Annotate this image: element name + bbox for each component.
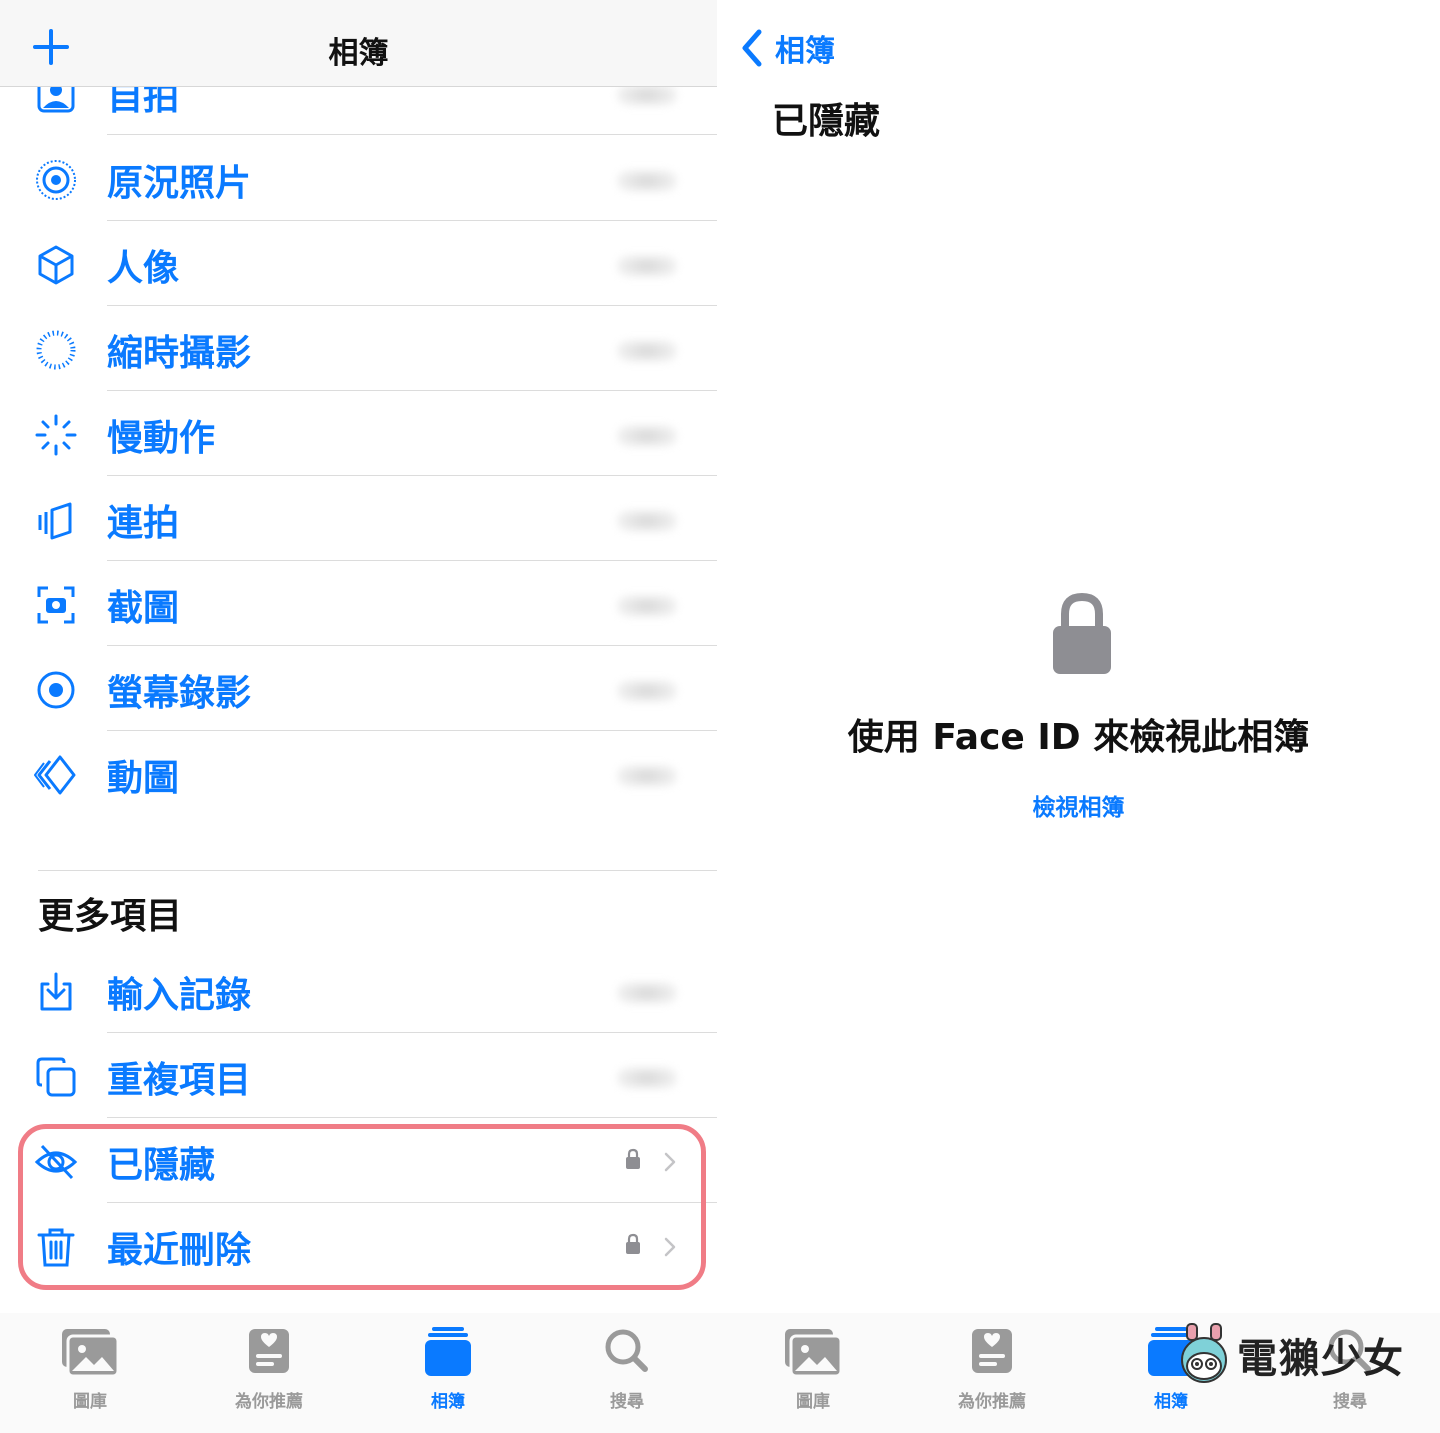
album-label: 截圖 xyxy=(107,588,180,629)
album-row-screenshots[interactable]: 截圖 xyxy=(0,561,717,646)
mascot-icon xyxy=(1181,1323,1227,1383)
album-label: 重複項目 xyxy=(107,1060,252,1101)
watermark: 電獺少女 xyxy=(1177,1322,1405,1388)
back-button[interactable]: 相簿 xyxy=(739,26,835,70)
tab-for-you[interactable]: 為你推薦 xyxy=(209,1327,329,1412)
screenshot-icon xyxy=(37,586,75,624)
item-count xyxy=(617,595,677,617)
album-row-screen-recordings[interactable]: 螢幕錄影 xyxy=(0,646,717,731)
tab-label: 圖庫 xyxy=(73,1392,107,1412)
tab-label: 相簿 xyxy=(431,1392,465,1412)
albums-icon xyxy=(425,1327,471,1376)
item-count xyxy=(617,170,677,192)
navigation-bar: 相簿 xyxy=(0,0,717,87)
face-id-message: 使用 Face ID 來檢視此相簿 xyxy=(847,717,1310,758)
album-row-imports[interactable]: 輸入記錄 xyxy=(0,948,717,1033)
album-label: 人像 xyxy=(107,248,180,289)
screen-recording-icon xyxy=(37,671,75,709)
item-count xyxy=(617,84,677,106)
item-count xyxy=(617,982,677,1004)
photos-library-icon xyxy=(62,1329,120,1378)
highlight-box xyxy=(18,1124,706,1290)
timelapse-icon xyxy=(36,330,76,370)
slow-motion-icon xyxy=(35,414,77,456)
album-label: 慢動作 xyxy=(107,418,216,459)
item-count xyxy=(617,255,677,277)
view-album-button[interactable]: 檢視相簿 xyxy=(717,788,1440,822)
tab-library[interactable]: 圖庫 xyxy=(30,1327,150,1412)
album-label: 原況照片 xyxy=(107,163,252,204)
tab-label: 搜尋 xyxy=(1333,1392,1367,1412)
import-icon xyxy=(40,972,72,1011)
album-row-burst[interactable]: 連拍 xyxy=(0,476,717,561)
animated-icon xyxy=(34,755,76,795)
item-count xyxy=(617,680,677,702)
albums-screen: 相簿 自拍 原況照片 人像 縮時攝影 慢動作 連拍 截圖 螢幕錄影 動圖 更多項… xyxy=(0,0,717,1433)
burst-icon xyxy=(38,502,72,540)
tab-label: 圖庫 xyxy=(796,1392,830,1412)
lock-icon xyxy=(1053,592,1111,674)
album-row-animated[interactable]: 動圖 xyxy=(0,731,717,816)
page-title: 已隱藏 xyxy=(772,101,881,142)
tab-label: 搜尋 xyxy=(610,1392,644,1412)
item-count xyxy=(617,425,677,447)
cube-icon xyxy=(38,245,74,285)
item-count xyxy=(617,510,677,532)
album-label: 縮時攝影 xyxy=(107,333,252,374)
album-row-portrait[interactable]: 人像 xyxy=(0,221,717,306)
for-you-icon xyxy=(249,1329,289,1373)
tab-bar: 圖庫 為你推薦 相簿 搜尋 xyxy=(0,1313,717,1433)
album-row-duplicates[interactable]: 重複項目 xyxy=(0,1033,717,1118)
item-count xyxy=(617,1067,677,1089)
album-label: 螢幕錄影 xyxy=(107,673,252,714)
chevron-left-icon xyxy=(742,29,762,67)
tab-for-you[interactable]: 為你推薦 xyxy=(932,1327,1052,1412)
album-row-slow-motion[interactable]: 慢動作 xyxy=(0,391,717,476)
tab-label: 為你推薦 xyxy=(958,1392,1026,1412)
search-icon xyxy=(605,1329,648,1372)
duplicates-icon xyxy=(36,1057,76,1097)
item-count xyxy=(617,340,677,362)
tab-label: 相簿 xyxy=(1154,1392,1188,1412)
live-photo-icon xyxy=(36,160,76,200)
album-label: 連拍 xyxy=(107,503,180,544)
back-label: 相簿 xyxy=(775,34,835,69)
tab-label: 為你推薦 xyxy=(235,1392,303,1412)
section-title-more: 更多項目 xyxy=(38,896,183,937)
album-label: 動圖 xyxy=(107,758,180,799)
album-label: 輸入記錄 xyxy=(107,975,252,1016)
tab-albums[interactable]: 相簿 xyxy=(388,1327,508,1412)
album-row-live-photos[interactable]: 原況照片 xyxy=(0,136,717,221)
tab-library[interactable]: 圖庫 xyxy=(753,1327,873,1412)
tab-search[interactable]: 搜尋 xyxy=(567,1327,687,1412)
item-count xyxy=(617,765,677,787)
photos-library-icon xyxy=(785,1329,843,1378)
page-title: 相簿 xyxy=(328,36,389,71)
watermark-text: 電獺少女 xyxy=(1237,1336,1405,1382)
hidden-album-screen: 相簿 已隱藏 使用 Face ID 來檢視此相簿 檢視相簿 圖庫 為你推薦 相簿… xyxy=(717,0,1440,1433)
for-you-icon xyxy=(972,1329,1012,1373)
album-row-timelapse[interactable]: 縮時攝影 xyxy=(0,306,717,391)
